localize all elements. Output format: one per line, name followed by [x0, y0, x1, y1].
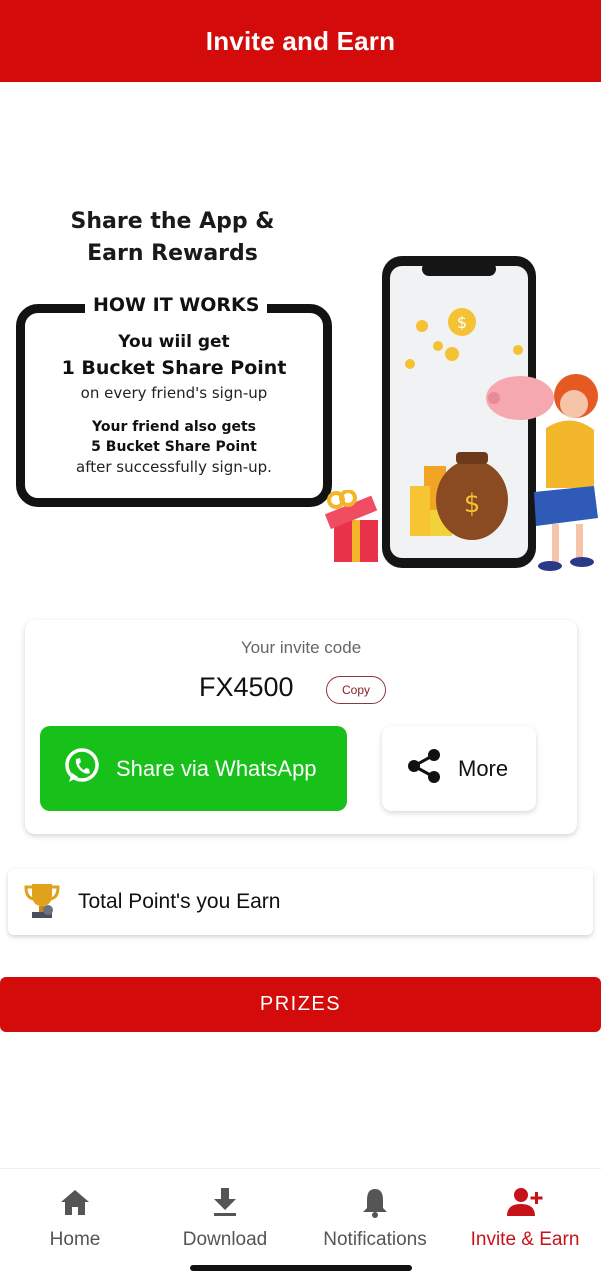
how-line-4: Your friend also gets	[92, 419, 256, 435]
woman-piggy-illustration	[486, 374, 598, 571]
invite-code-value: FX4500	[199, 672, 294, 702]
how-line-3: on every friend's sign-up	[80, 384, 268, 402]
whatsapp-icon	[62, 746, 102, 792]
person-add-icon	[450, 1185, 600, 1219]
how-line-6: after successfully sign-up.	[76, 458, 272, 476]
how-it-works-title: HOW IT WORKS	[85, 294, 268, 316]
bottom-navigation: Home Download Notifications Invite & Ear…	[0, 1168, 601, 1280]
nav-item-invite-earn[interactable]: Invite & Earn	[450, 1185, 600, 1251]
svg-text:$: $	[457, 313, 467, 332]
how-line-1: You wiil get	[118, 332, 230, 352]
download-icon	[150, 1185, 300, 1219]
home-indicator	[190, 1265, 412, 1271]
nav-item-notifications[interactable]: Notifications	[300, 1185, 450, 1251]
trophy-icon	[24, 880, 60, 925]
share-whatsapp-button[interactable]: Share via WhatsApp	[40, 726, 347, 811]
gift-box-illustration	[324, 490, 378, 562]
banner-heading: Share the App & Earn Rewards	[40, 206, 305, 270]
banner-heading-line1: Share the App &	[70, 209, 275, 234]
more-label: More	[458, 755, 509, 781]
nav-item-home[interactable]: Home	[0, 1185, 150, 1251]
banner-heading-line2: Earn Rewards	[87, 241, 258, 266]
page-title: Invite and Earn	[205, 25, 396, 56]
app-bar: Invite and Earn	[0, 0, 601, 82]
promo-banner: Share the App & Earn Rewards HOW IT WORK…	[0, 190, 601, 580]
how-line-5: 5 Bucket Share Point	[91, 439, 257, 455]
nav-label-home: Home	[49, 1229, 101, 1250]
total-points-label: Total Point's you Earn	[78, 890, 281, 913]
how-it-works-body: You wiil get 1 Bucket Share Point on eve…	[25, 331, 323, 477]
share-whatsapp-label: Share via WhatsApp	[116, 755, 317, 781]
home-icon	[0, 1185, 150, 1219]
more-share-button[interactable]: More	[382, 726, 536, 811]
nav-label-notifications: Notifications	[323, 1229, 427, 1250]
how-it-works-box: HOW IT WORKS You wiil get 1 Bucket Share…	[16, 294, 332, 507]
bell-icon	[300, 1185, 450, 1219]
invite-code-label: Your invite code	[240, 638, 362, 657]
nav-item-download[interactable]: Download	[150, 1185, 300, 1251]
share-icon	[404, 746, 444, 792]
total-points-row[interactable]: Total Point's you Earn	[8, 869, 593, 935]
how-line-2: 1 Bucket Share Point	[61, 357, 287, 379]
nav-label-invite-earn: Invite & Earn	[470, 1229, 580, 1250]
prizes-button[interactable]: PRIZES	[0, 977, 601, 1032]
nav-label-download: Download	[182, 1229, 268, 1250]
copy-button[interactable]: Copy	[326, 676, 386, 704]
invite-card: Your invite code FX4500 Copy Share via W…	[25, 620, 577, 834]
